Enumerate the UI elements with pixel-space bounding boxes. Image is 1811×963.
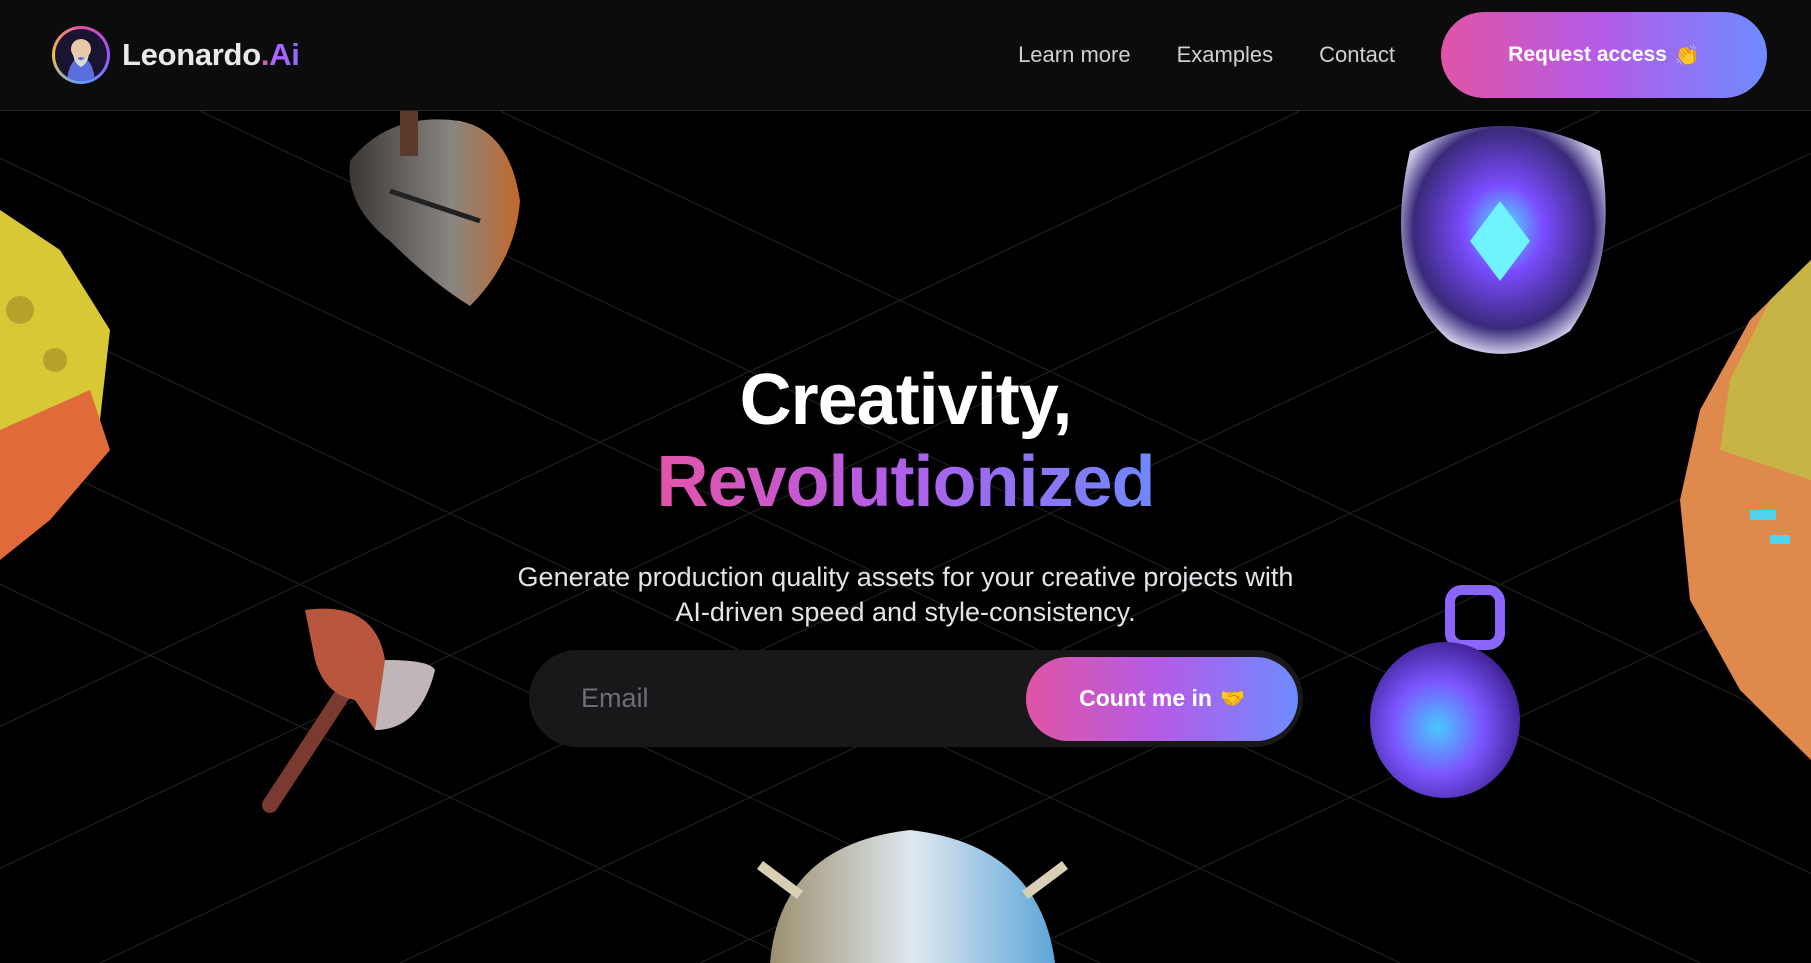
signup-form: Count me in 🤝 (529, 650, 1303, 747)
brand-dot: . (260, 37, 270, 72)
request-access-label: Request access (1508, 43, 1667, 66)
count-me-in-button[interactable]: Count me in 🤝 (1026, 656, 1298, 741)
brand-name-suffix: Ai (269, 37, 300, 72)
request-access-button[interactable]: Request access 👏 (1441, 12, 1767, 98)
email-input[interactable] (581, 683, 1026, 714)
nav-link-examples[interactable]: Examples (1177, 42, 1274, 68)
hero-subtitle-line2: AI-driven speed and style-consistency. (675, 597, 1136, 627)
hero-section: Creativity, Revolutionized Generate prod… (0, 360, 1811, 630)
handshake-icon: 🤝 (1219, 688, 1245, 710)
hero-title-line2: Revolutionized (656, 442, 1155, 522)
nav-link-contact[interactable]: Contact (1319, 42, 1395, 68)
hero-title: Creativity, Revolutionized (0, 360, 1811, 524)
main-nav: Learn more Examples Contact Request acce… (1018, 12, 1767, 98)
brand-name-main: Leonardo (122, 37, 261, 72)
count-me-in-label: Count me in (1079, 685, 1212, 711)
crystal-shield-icon (1401, 126, 1606, 354)
brand-logo[interactable]: Leonardo.Ai (52, 26, 300, 84)
hero-subtitle: Generate production quality assets for y… (0, 560, 1811, 630)
hero-title-line1: Creativity, (739, 360, 1073, 440)
brand-name: Leonardo.Ai (122, 37, 300, 73)
landing-page: Leonardo.Ai Learn more Examples Contact … (0, 0, 1811, 963)
ornate-helmet-icon (757, 830, 1068, 963)
site-header: Leonardo.Ai Learn more Examples Contact … (0, 0, 1811, 111)
knight-helmet-icon (349, 111, 520, 306)
nav-link-learn-more[interactable]: Learn more (1018, 42, 1131, 68)
hero-subtitle-line1: Generate production quality assets for y… (517, 562, 1294, 592)
logo-avatar-icon (52, 26, 110, 84)
clapping-hands-icon: 👏 (1674, 44, 1700, 67)
battle-axe-icon (262, 608, 435, 813)
